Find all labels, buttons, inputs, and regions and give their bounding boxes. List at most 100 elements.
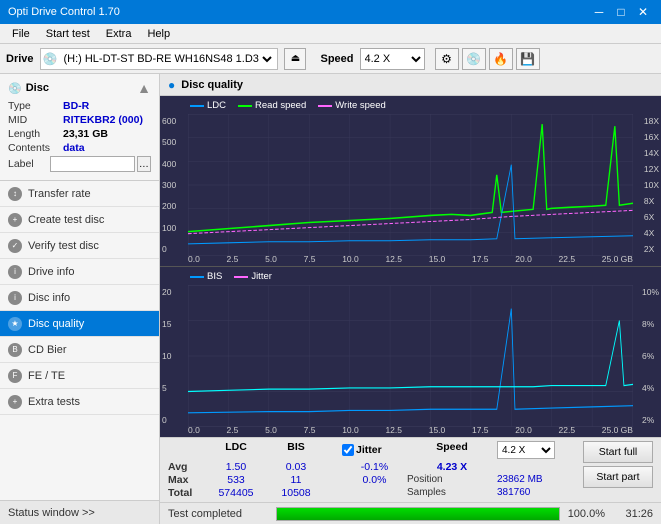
drive-icon-group: ⚙ 💿 🔥 💾 (435, 48, 540, 70)
nav-label-disc-quality: Disc quality (28, 318, 84, 330)
disc-header: 💿 Disc ▲ (8, 80, 151, 96)
nav-item-cd-bier[interactable]: B CD Bier (0, 337, 159, 363)
progress-status-text: Test completed (168, 508, 268, 520)
start-buttons: Start full Start part (583, 441, 653, 488)
stats-total-row: Total 574405 10508 Samples 381760 (168, 487, 575, 499)
menu-help[interactable]: Help (139, 26, 178, 42)
nav-item-drive-info[interactable]: i Drive info (0, 259, 159, 285)
disc-label-input[interactable] (50, 156, 135, 172)
legend-read-speed-label: Read speed (255, 100, 306, 111)
stats-section: LDC BIS Jitter Speed 4.2 X (160, 437, 661, 502)
settings-icon-btn[interactable]: ⚙ (435, 48, 459, 70)
progress-percent: 100.0% (568, 508, 605, 520)
bottom-chart-legend: BIS Jitter (190, 271, 272, 282)
nav-icon-verify-test-disc: ✓ (8, 239, 22, 253)
legend-ldc: LDC (190, 100, 226, 111)
stats-max-label: Max (168, 474, 206, 486)
disc-label-edit-button[interactable]: … (137, 156, 151, 172)
start-part-button[interactable]: Start part (583, 466, 653, 488)
bottom-chart-y-right: 10% 8% 6% 4% 2% (642, 285, 659, 427)
stats-max-ldc: 533 (206, 474, 266, 486)
stats-max-position: 23862 MB (497, 474, 557, 486)
nav-label-fe-te: FE / TE (28, 370, 65, 382)
top-chart: LDC Read speed Write speed (160, 96, 661, 267)
minimize-button[interactable]: ─ (589, 4, 609, 20)
disc-label-row: Label … (8, 156, 151, 172)
legend-write-speed-dot (318, 105, 332, 107)
nav-section: ↕ Transfer rate + Create test disc ✓ Ver… (0, 181, 159, 500)
drive-bar: Drive 💿 (H:) HL-DT-ST BD-RE WH16NS48 1.D… (0, 44, 661, 74)
nav-item-create-test-disc[interactable]: + Create test disc (0, 207, 159, 233)
stats-speed-select[interactable]: 4.2 X (497, 441, 555, 459)
menu-extra[interactable]: Extra (98, 26, 140, 42)
stats-header-jitter-cell: Jitter (342, 441, 407, 459)
right-panel: ● Disc quality LDC Read speed (160, 74, 661, 524)
disc-icon-btn[interactable]: 💿 (462, 48, 486, 70)
stats-avg-bis: 0.03 (266, 461, 326, 473)
nav-item-extra-tests[interactable]: + Extra tests (0, 389, 159, 415)
progress-bar-fill (277, 508, 559, 520)
disc-section-title: Disc (26, 82, 49, 94)
close-button[interactable]: ✕ (633, 4, 653, 20)
status-window-button[interactable]: Status window >> (0, 500, 159, 524)
nav-item-disc-info[interactable]: i Disc info (0, 285, 159, 311)
stats-header-empty (168, 441, 206, 459)
disc-expand-icon[interactable]: ▲ (137, 80, 151, 96)
stats-avg-speed: 4.23 X (407, 461, 497, 473)
nav-item-verify-test-disc[interactable]: ✓ Verify test disc (0, 233, 159, 259)
disc-type-row: Type BD-R (8, 100, 151, 112)
stats-avg-label: Avg (168, 461, 206, 473)
nav-item-disc-quality[interactable]: ★ Disc quality (0, 311, 159, 337)
disc-type-label: Type (8, 100, 63, 112)
nav-item-transfer-rate[interactable]: ↕ Transfer rate (0, 181, 159, 207)
start-full-button[interactable]: Start full (583, 441, 653, 463)
stats-total-label: Total (168, 487, 206, 499)
eject-button[interactable]: ⏏ (284, 48, 306, 70)
drive-selector[interactable]: (H:) HL-DT-ST BD-RE WH16NS48 1.D3 (59, 49, 275, 69)
save-icon-btn[interactable]: 💾 (516, 48, 540, 70)
top-chart-legend: LDC Read speed Write speed (190, 100, 386, 111)
nav-label-verify-test-disc: Verify test disc (28, 240, 99, 252)
drive-disk-icon: 💿 (43, 52, 58, 66)
nav-label-disc-info: Disc info (28, 292, 70, 304)
top-chart-y-right: 18X 16X 14X 12X 10X 8X 6X 4X 2X (644, 114, 659, 256)
disc-mid-label: MID (8, 114, 63, 126)
nav-label-drive-info: Drive info (28, 266, 74, 278)
nav-icon-disc-info: i (8, 291, 22, 305)
nav-item-fe-te[interactable]: F FE / TE (0, 363, 159, 389)
stats-header-bis: BIS (266, 441, 326, 459)
legend-ldc-dot (190, 105, 204, 107)
disc-type-value: BD-R (63, 100, 89, 112)
jitter-checkbox[interactable] (342, 444, 354, 456)
legend-write-speed-label: Write speed (335, 100, 386, 111)
app-title: Opti Drive Control 1.70 (8, 6, 120, 18)
burn-icon-btn[interactable]: 🔥 (489, 48, 513, 70)
stats-header-speed-sel: 4.2 X (497, 441, 557, 459)
legend-jitter-dot (234, 276, 248, 278)
speed-label: Speed (320, 53, 353, 65)
chart-title: Disc quality (181, 79, 243, 91)
nav-icon-transfer-rate: ↕ (8, 187, 22, 201)
main-layout: 💿 Disc ▲ Type BD-R MID RITEKBR2 (000) Le… (0, 74, 661, 524)
disc-header-left: 💿 Disc (8, 82, 49, 95)
disc-contents-value: data (63, 142, 85, 154)
legend-write-speed: Write speed (318, 100, 386, 111)
stats-max-jitter: 0.0% (342, 474, 407, 486)
bottom-chart-y-left: 20 15 10 5 0 (162, 285, 171, 427)
legend-read-speed: Read speed (238, 100, 306, 111)
menu-start-test[interactable]: Start test (38, 26, 98, 42)
top-chart-x-axis: 0.0 2.5 5.0 7.5 10.0 12.5 15.0 17.5 20.0… (188, 254, 633, 264)
maximize-button[interactable]: □ (611, 4, 631, 20)
stats-header-ldc: LDC (206, 441, 266, 459)
left-panel: 💿 Disc ▲ Type BD-R MID RITEKBR2 (000) Le… (0, 74, 160, 524)
legend-jitter-label: Jitter (251, 271, 272, 282)
speed-selector[interactable]: 4.2 X (360, 48, 425, 70)
bottom-chart-svg (188, 285, 633, 427)
menu-file[interactable]: File (4, 26, 38, 42)
title-bar: Opti Drive Control 1.70 ─ □ ✕ (0, 0, 661, 24)
disc-length-label: Length (8, 128, 63, 140)
chart-header-icon: ● (168, 78, 175, 92)
disc-info-section: 💿 Disc ▲ Type BD-R MID RITEKBR2 (000) Le… (0, 74, 159, 181)
progress-time: 31:26 (613, 508, 653, 520)
nav-label-transfer-rate: Transfer rate (28, 188, 91, 200)
